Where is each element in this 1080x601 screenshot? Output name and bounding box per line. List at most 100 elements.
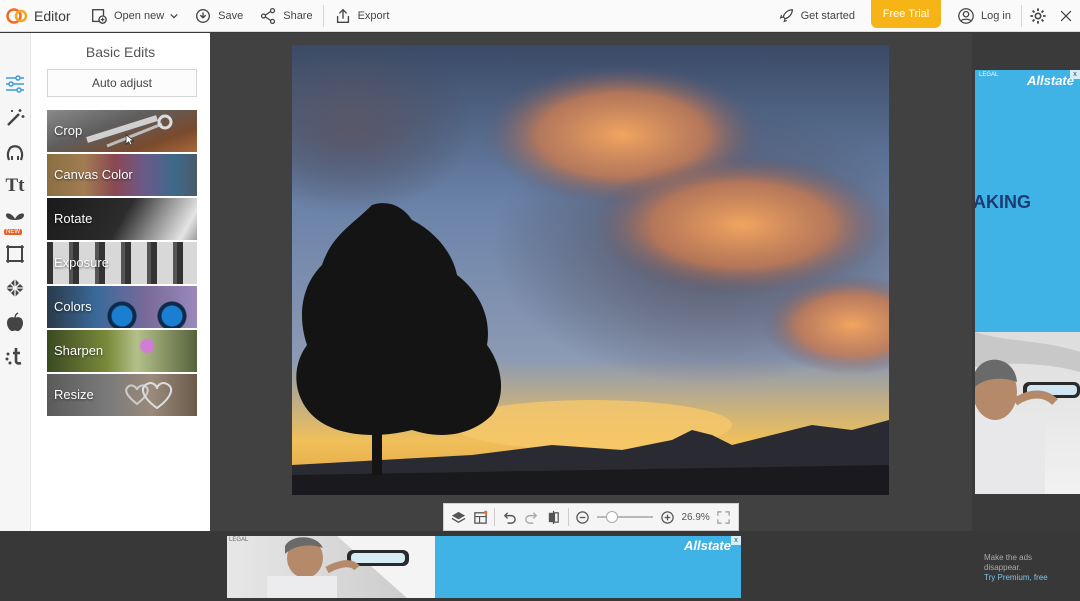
rail-seasonal[interactable] [0,305,30,339]
share-button[interactable]: Share [251,0,320,32]
tile-label: Exposure [54,255,109,270]
edit-tiles: Crop Canvas Color Rotate Exposure Colors… [47,110,197,418]
premium-line-2: disappear. [984,563,1021,572]
tile-label: Resize [54,387,94,402]
toolbar-divider [567,508,569,526]
photo-canvas[interactable] [292,45,889,495]
rail-basic-edits[interactable] [0,67,30,101]
settings-button[interactable] [1024,0,1052,32]
zoom-out-icon [576,510,589,524]
premium-promo: Make the ads disappear. Try Premium, fre… [984,553,1074,583]
ad-photo [227,536,435,598]
tile-label: Canvas Color [54,167,133,182]
zoom-slider[interactable] [596,511,654,523]
rocket-icon [779,9,793,23]
rail-textures[interactable] [0,271,30,305]
free-trial-button[interactable]: Free Trial [871,0,942,28]
user-icon [958,8,974,24]
panel-title: Basic Edits [85,44,156,60]
ad-brand: Allstate [684,538,731,553]
zoom-out-button[interactable] [574,507,590,527]
collage-button[interactable] [472,507,488,527]
login-button[interactable]: Log in [949,0,1019,32]
top-bar: Editor Open new Save Share Export Get st… [0,0,1080,32]
ad-close-button[interactable]: x [731,536,741,545]
rail-touch-up[interactable] [0,135,30,169]
undo-button[interactable] [501,507,517,527]
face-icon [6,145,24,161]
save-icon [196,8,211,23]
fullscreen-icon [717,510,731,524]
get-started-button[interactable]: Get started [769,0,863,32]
zoom-in-icon [661,510,674,524]
open-new-button[interactable]: Open new [82,0,186,32]
rail-text[interactable]: Tt [0,169,30,203]
redo-button[interactable] [523,507,539,527]
tile-colors[interactable]: Colors [47,286,197,328]
frame-icon [6,245,24,263]
side-advertisement[interactable]: LEGAL Allstate AKING x [975,70,1080,494]
topbar-right: Get started Free Trial Log in [769,0,1080,32]
compare-icon [548,510,559,524]
rail-tumblr[interactable] [0,339,30,373]
tile-crop[interactable]: Crop [47,110,197,152]
ad-legal: LEGAL [979,72,999,78]
redo-icon [525,511,538,524]
rail-effects[interactable] [0,101,30,135]
grid-icon [473,510,488,524]
toolbar-divider [494,508,496,526]
bottom-advertisement[interactable]: LEGAL Allstate x [227,536,741,598]
tool-rail: Tt NEW [0,33,30,531]
export-button[interactable]: Export [326,0,398,32]
tile-label: Sharpen [54,343,104,358]
ad-legal: LEGAL [229,537,249,543]
canvas-workspace: 26.9% [210,33,972,531]
ad-brand: Allstate [1027,73,1074,88]
apple-icon [7,312,23,332]
tile-label: Crop [54,123,83,138]
layers-button[interactable] [450,507,466,527]
texture-icon [6,279,24,297]
export-label: Export [357,9,390,22]
get-started-label: Get started [800,10,856,22]
tile-rotate[interactable]: Rotate [47,198,197,240]
tile-label: Colors [54,299,92,314]
tile-label: Rotate [54,211,93,226]
chevron-down-icon [170,13,178,18]
tile-canvas-color[interactable]: Canvas Color [47,154,197,196]
gear-icon [1030,8,1046,24]
share-label: Share [283,9,313,22]
ad-headline: AKING [975,192,1031,212]
layers-icon [451,511,465,523]
zoom-slider-knob[interactable] [605,511,618,523]
rail-frames[interactable] [0,237,30,271]
tile-exposure[interactable]: Exposure [47,242,197,284]
auto-adjust-button[interactable]: Auto adjust [47,69,197,97]
save-button[interactable]: Save [186,0,251,32]
sliders-icon [6,75,24,93]
close-button[interactable] [1052,0,1080,32]
tile-sharpen[interactable]: Sharpen [47,330,197,372]
ad-close-button[interactable]: x [1070,70,1080,79]
app-logo[interactable]: Editor [0,8,82,24]
logo-icon [6,7,28,24]
text-icon: Tt [5,175,25,196]
save-label: Save [218,9,244,22]
premium-line-1: Make the ads [984,553,1033,562]
magic-wand-icon [7,109,25,126]
toolbar-divider [1021,5,1022,27]
login-label: Log in [981,10,1011,22]
driver-image [975,332,1080,494]
zoom-in-button[interactable] [659,507,675,527]
fullscreen-button[interactable] [716,507,732,527]
toolbar-divider [322,4,324,27]
tile-resize[interactable]: Resize [47,374,197,416]
compare-button[interactable] [546,507,562,527]
cursor-icon [125,134,134,146]
undo-icon [503,511,516,524]
basic-edits-panel: Basic Edits Auto adjust Crop Canvas Colo… [30,33,210,531]
new-badge: NEW [4,229,22,235]
rail-graphics[interactable]: NEW [0,203,30,237]
export-icon [336,8,349,23]
try-premium-link[interactable]: Try Premium, free [984,573,1074,583]
